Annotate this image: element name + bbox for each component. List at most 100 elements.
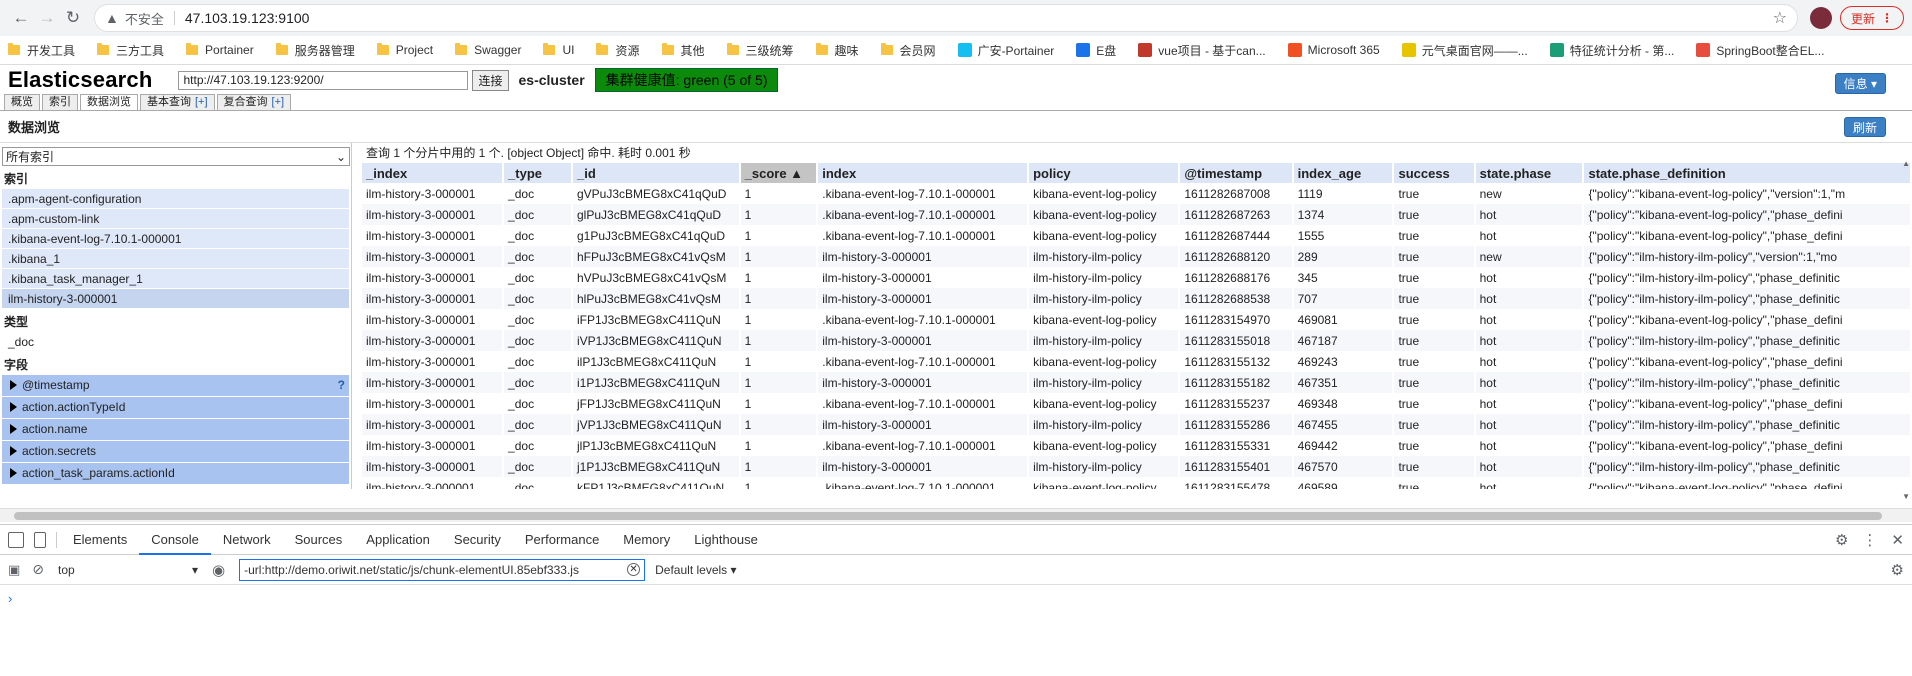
bookmark-item[interactable]: 其他 (661, 42, 705, 59)
column-header[interactable]: _score ▲ (739, 163, 819, 183)
bookmark-item[interactable]: 三方工具 (97, 42, 164, 59)
column-header[interactable]: @timestamp (1179, 163, 1294, 183)
sidebar-index-item[interactable]: .kibana_1 (2, 249, 349, 269)
devtools-tab-console[interactable]: Console (139, 525, 211, 555)
more-options-icon[interactable]: ⋮ (1862, 531, 1877, 549)
scroll-up-icon[interactable]: ▲ (1902, 159, 1910, 168)
bookmark-item[interactable]: 服务器管理 (275, 42, 355, 59)
column-header[interactable]: state.phase (1474, 163, 1585, 183)
bookmark-item[interactable]: Project (376, 43, 433, 57)
console-filter-input[interactable]: -url:http://demo.oriwit.net/static/js/ch… (239, 558, 646, 581)
scroll-down-icon[interactable]: ▼ (1902, 492, 1910, 501)
update-button[interactable]: 更新 ⋮ (1839, 6, 1904, 30)
sidebar-index-item[interactable]: ilm-history-3-000001 (2, 289, 349, 309)
tab-add-icon[interactable]: [+] (195, 96, 208, 108)
clear-console-icon[interactable]: ⊘ (32, 561, 44, 578)
address-url[interactable]: 47.103.19.123:9100 (185, 10, 310, 26)
table-row[interactable]: ilm-history-3-000001 _doc j1P1J3cBMEG8xC41… (362, 456, 1911, 477)
console-settings-gear-icon[interactable]: ⚙ (1891, 561, 1904, 579)
table-row[interactable]: ilm-history-3-000001 _doc iVP1J3cBMEG8xC41… (362, 330, 1911, 351)
table-row[interactable]: ilm-history-3-000001 _doc jFP1J3cBMEG8xC41… (362, 393, 1911, 414)
bookmark-item[interactable]: 会员网 (880, 42, 936, 59)
bookmark-item[interactable]: 开发工具 (8, 42, 75, 59)
column-header[interactable]: success (1393, 163, 1476, 183)
table-row[interactable]: ilm-history-3-000001 _doc hlPuJ3cBMEG8xC41… (362, 288, 1911, 309)
column-header[interactable]: _index (362, 163, 505, 183)
horizontal-scrollbar[interactable] (0, 508, 1912, 522)
table-row[interactable]: ilm-history-3-000001 _doc kFP1J3cBMEG8xC41… (362, 477, 1911, 490)
reload-icon[interactable]: ↻ (60, 5, 86, 31)
info-button[interactable]: 信息 ▾ (1834, 73, 1886, 94)
devtools-tab-sources[interactable]: Sources (283, 525, 355, 555)
devtools-tab-elements[interactable]: Elements (61, 525, 139, 555)
sidebar-field-item[interactable]: action.secrets (2, 441, 349, 462)
table-row[interactable]: ilm-history-3-000001 _doc gVPuJ3cBMEG8xC41… (362, 183, 1911, 204)
devtools-tab-security[interactable]: Security (442, 525, 513, 555)
bookmark-star-icon[interactable]: ☆ (1773, 8, 1787, 28)
bookmark-item[interactable]: Microsoft 365 (1287, 43, 1380, 57)
devtools-tab-lighthouse[interactable]: Lighthouse (682, 525, 770, 555)
column-header[interactable]: index_age (1292, 163, 1395, 183)
address-bar[interactable]: ▲ 不安全 47.103.19.123:9100 ☆ (94, 4, 1798, 32)
bookmark-item[interactable]: 资源 (596, 42, 640, 59)
bookmark-item[interactable]: 特征统计分析 - 第... (1549, 42, 1674, 59)
sidebar-index-item[interactable]: .kibana_task_manager_1 (2, 269, 349, 289)
bookmark-item[interactable]: 趣味 (815, 42, 859, 59)
table-row[interactable]: ilm-history-3-000001 _doc hFPuJ3cBMEG8xC41… (362, 246, 1911, 267)
scrollbar-thumb[interactable] (14, 512, 1882, 520)
inspect-icon[interactable] (8, 531, 24, 548)
live-expression-eye-icon[interactable]: ◉ (212, 561, 225, 579)
bookmark-item[interactable]: Swagger (455, 43, 521, 57)
settings-gear-icon[interactable]: ⚙ (1835, 531, 1848, 549)
sidebar-index-item[interactable]: .apm-agent-configuration (2, 189, 349, 209)
log-levels-select[interactable]: Default levels ▾ (655, 563, 736, 577)
expand-triangle-icon[interactable] (10, 468, 17, 478)
sidebar-type-item[interactable]: _doc (2, 332, 349, 352)
expand-triangle-icon[interactable] (10, 424, 17, 434)
expand-triangle-icon[interactable] (10, 402, 17, 412)
bookmark-item[interactable]: E盘 (1076, 42, 1116, 59)
column-header[interactable]: index (817, 163, 1030, 183)
sidebar-index-item[interactable]: .apm-custom-link (2, 209, 349, 229)
devtools-tab-performance[interactable]: Performance (513, 525, 611, 555)
table-row[interactable]: ilm-history-3-000001 _doc jlP1J3cBMEG8xC41… (362, 435, 1911, 456)
tab-1[interactable]: 概览 (4, 94, 40, 110)
bookmark-item[interactable]: 三级统筹 (726, 42, 794, 59)
sidebar-field-item[interactable]: action.name (2, 419, 349, 440)
tab-add-icon[interactable]: [+] (272, 96, 285, 108)
devtools-tab-application[interactable]: Application (354, 525, 442, 555)
device-toolbar-icon[interactable] (34, 531, 46, 548)
expand-triangle-icon[interactable] (10, 446, 17, 456)
tab-2[interactable]: 索引 (42, 94, 78, 110)
table-row[interactable]: ilm-history-3-000001 _doc iFP1J3cBMEG8xC41… (362, 309, 1911, 330)
column-header[interactable]: _type (503, 163, 573, 183)
bookmark-item[interactable]: SpringBoot整合EL... (1696, 42, 1824, 59)
refresh-button[interactable]: 刷新 (1843, 117, 1886, 137)
tab-4[interactable]: 基本查询 [+] (140, 94, 215, 110)
column-header[interactable]: state.phase_definition (1583, 163, 1912, 183)
back-icon[interactable]: ← (8, 5, 34, 31)
console-prompt[interactable]: › (0, 585, 1912, 612)
forward-icon[interactable]: → (34, 5, 60, 31)
table-row[interactable]: ilm-history-3-000001 _doc ilP1J3cBMEG8xC41… (362, 351, 1911, 372)
devtools-tab-network[interactable]: Network (211, 525, 283, 555)
devtools-tab-memory[interactable]: Memory (611, 525, 682, 555)
context-select[interactable]: top ▾ (58, 563, 198, 577)
connect-url-input[interactable]: http://47.103.19.123:9200/ (178, 70, 469, 90)
table-row[interactable]: ilm-history-3-000001 _doc g1PuJ3cBMEG8xC41… (362, 225, 1911, 246)
sidebar-field-item[interactable]: @timestamp? (2, 375, 349, 396)
table-row[interactable]: ilm-history-3-000001 _doc glPuJ3cBMEG8xC41… (362, 204, 1911, 225)
expand-triangle-icon[interactable] (10, 380, 17, 390)
bookmark-item[interactable]: Portainer (186, 43, 254, 57)
index-select[interactable]: 所有索引 ⌄ (2, 147, 350, 166)
sidebar-field-item[interactable]: action.actionTypeId (2, 397, 349, 418)
connect-button[interactable]: 连接 (472, 69, 509, 91)
column-header[interactable]: policy (1028, 163, 1181, 183)
table-row[interactable]: ilm-history-3-000001 _doc hVPuJ3cBMEG8xC41… (362, 267, 1911, 288)
sidebar-field-item[interactable]: action_task_params.actionId (2, 463, 349, 484)
column-header[interactable]: _id (572, 163, 741, 183)
table-row[interactable]: ilm-history-3-000001 _doc jVP1J3cBMEG8xC41… (362, 414, 1911, 435)
clear-filter-icon[interactable]: ✕ (627, 563, 641, 576)
table-row[interactable]: ilm-history-3-000001 _doc i1P1J3cBMEG8xC41… (362, 372, 1911, 393)
profile-avatar[interactable] (1809, 7, 1832, 29)
